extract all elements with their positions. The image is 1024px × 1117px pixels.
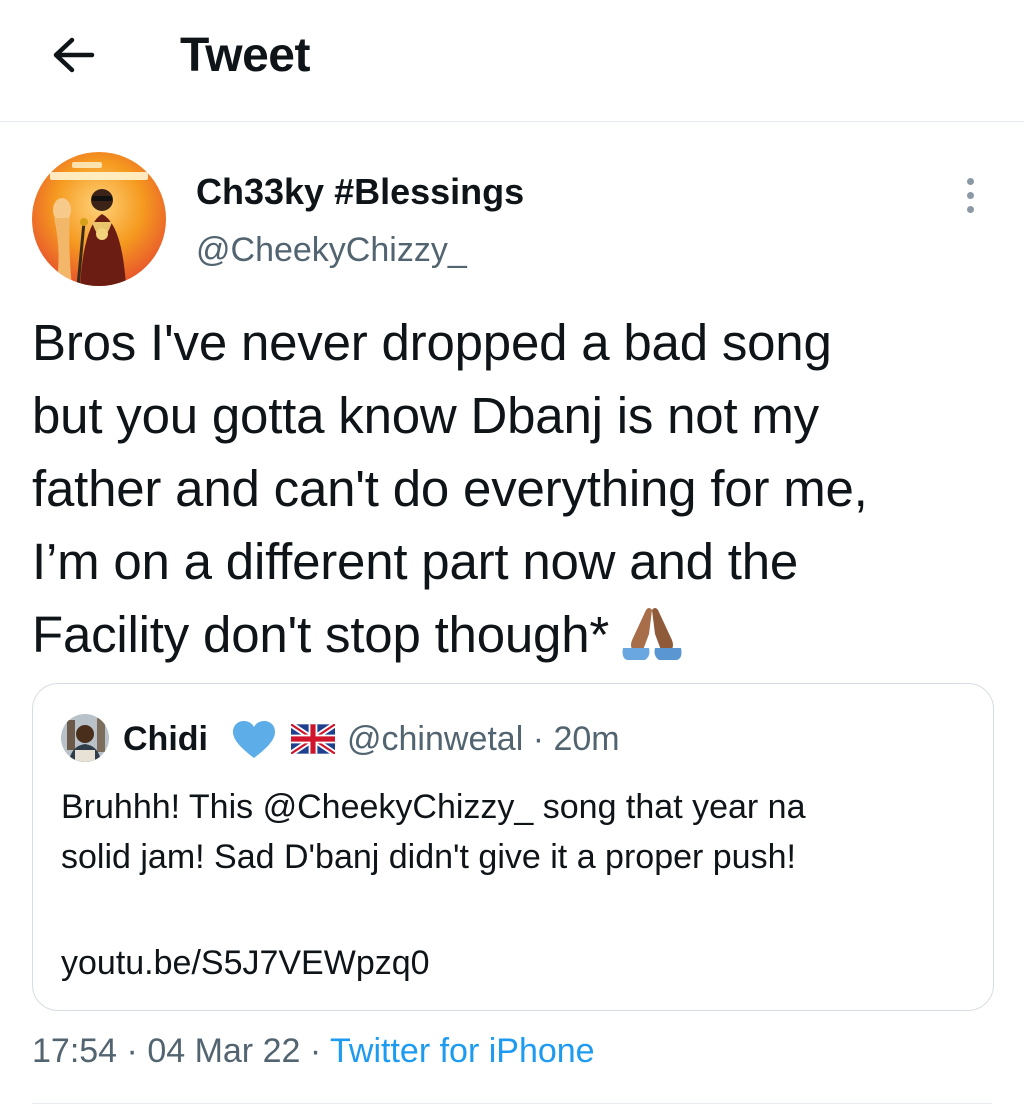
tweet-date: 04 Mar 22 [147, 1032, 301, 1070]
tweet-meta: 17:54 · 04 Mar 22 · Twitter for iPhone [32, 1028, 595, 1074]
tweet-text-line: I’m on a different part now and the [32, 533, 799, 590]
quoted-tweet-text: Bruhhh! This @CheekyChizzy_ song that ye… [61, 782, 971, 882]
tweet-text-line: Bros I've never dropped a bad song [32, 314, 832, 371]
tweet-text-line: father and can't do everything for me, [32, 460, 868, 517]
quoted-text-line: solid jam! Sad D'banj didn't give it a p… [61, 838, 796, 876]
quoted-tweet-card[interactable]: Chidi @chinwetal · 20m Bruhhh! This @Che… [32, 683, 994, 1011]
author-handle[interactable]: @CheekyChizzy_ [196, 228, 467, 272]
more-dot [966, 177, 974, 185]
tweet-text-line-last: Facility don't stop though* [32, 598, 992, 681]
quoted-youtube-link[interactable]: youtu.be/S5J7VEWpzq0 [61, 938, 430, 988]
quoted-text-line: Bruhhh! This @CheekyChizzy_ song that ye… [61, 788, 806, 826]
uk-flag-icon [289, 721, 337, 759]
meta-separator: · [117, 1032, 148, 1070]
back-button[interactable] [36, 22, 112, 88]
quoted-author-name[interactable]: Chidi [123, 718, 208, 760]
tweet-time: 17:54 [32, 1032, 118, 1070]
divider [32, 1103, 992, 1104]
quoted-author-avatar[interactable] [61, 714, 109, 762]
top-bar: Tweet [0, 0, 1024, 122]
author-avatar[interactable] [32, 152, 166, 286]
folded-hands-icon [619, 604, 685, 681]
more-dot [966, 191, 974, 199]
tweet-text: Bros I've never dropped a bad song but y… [32, 306, 992, 681]
tweet-text-line: but you gotta know Dbanj is not my [32, 387, 819, 444]
author-display-name[interactable]: Ch33ky #Blessings [196, 170, 524, 214]
more-options-button[interactable] [950, 170, 990, 220]
tweet-text-line: Facility don't stop though* [32, 606, 610, 663]
tweet-source-link[interactable]: Twitter for iPhone [330, 1032, 595, 1070]
blue-heart-icon [231, 720, 277, 765]
page-title: Tweet [180, 29, 310, 82]
more-dot [966, 205, 974, 213]
quoted-handle-time: @chinwetal · 20m [347, 720, 620, 758]
arrow-left-icon [53, 37, 95, 73]
meta-separator: · [300, 1032, 331, 1070]
